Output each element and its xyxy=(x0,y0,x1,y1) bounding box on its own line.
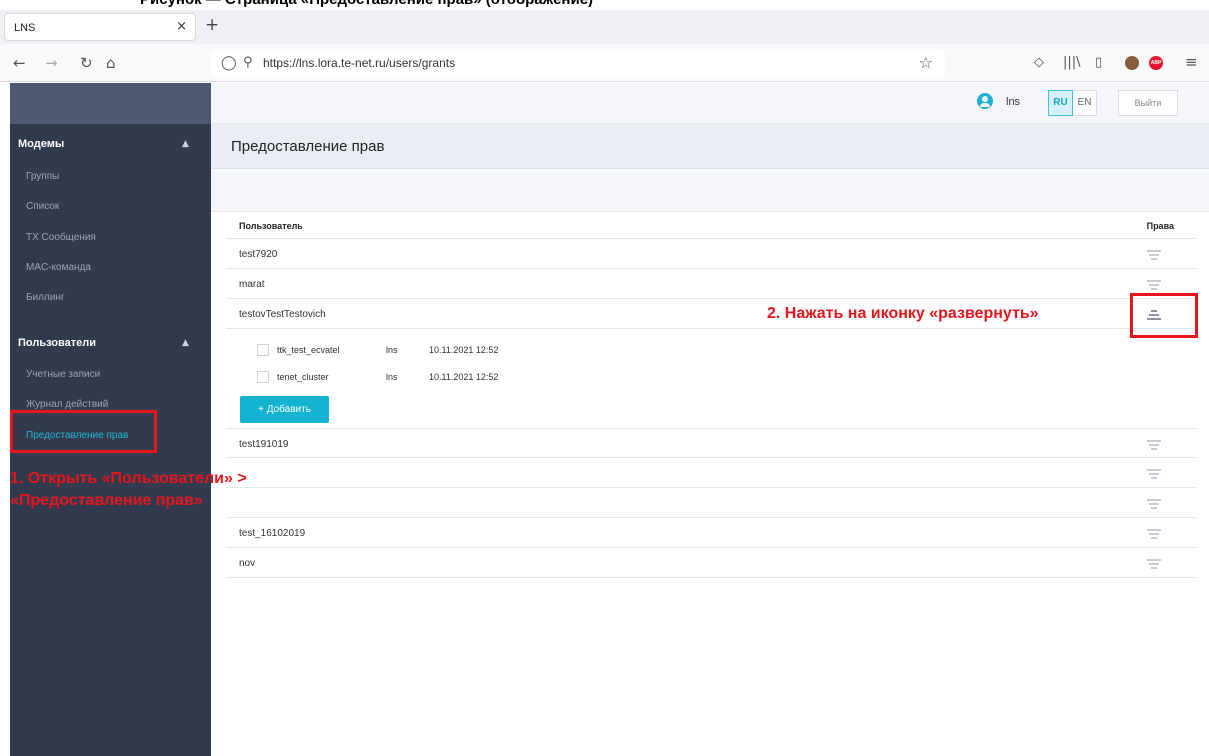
sidebar-item-billing[interactable]: Биллинг xyxy=(26,292,65,303)
sidebar-logo-area xyxy=(10,83,211,124)
filter-bar xyxy=(211,169,1209,212)
screenshot: Рисунок — Страница «Предоставление прав»… xyxy=(0,0,1209,756)
new-tab-icon[interactable]: + xyxy=(205,15,219,35)
url-text[interactable]: https://lns.lora.te-net.ru/users/grants xyxy=(263,56,455,70)
annotation-step-1-line-2: «Предоставление прав» xyxy=(10,492,203,509)
sidebar-section-users[interactable]: Пользователи xyxy=(18,337,96,349)
table-header: Пользователь Права xyxy=(226,212,1196,239)
user-icon xyxy=(977,93,993,109)
column-header-rights: Права xyxy=(1146,221,1174,231)
grant-modem-group: ttk_test_ecvatel xyxy=(277,345,340,355)
sidebar-item-mac-command[interactable]: MAC-команда xyxy=(26,262,91,273)
sidebar-item-accounts[interactable]: Учетные записи xyxy=(26,369,100,380)
sidebar-toggle-icon[interactable]: ▯ xyxy=(1095,55,1102,70)
page-title-bar: Предоставление прав xyxy=(211,124,1209,169)
menu-icon[interactable]: ≡ xyxy=(1185,53,1198,71)
home-icon[interactable]: ⌂ xyxy=(106,54,116,72)
annotation-box-grants-menu xyxy=(10,410,157,453)
row-username: nov xyxy=(239,558,256,569)
current-user-name: lns xyxy=(1006,96,1021,108)
row-username: test191019 xyxy=(239,439,289,450)
sidebar-item-groups[interactable]: Группы xyxy=(26,171,59,182)
grant-date: 10.11.2021 12:52 xyxy=(429,372,499,382)
expand-icon[interactable] xyxy=(1147,248,1161,260)
expand-icon[interactable] xyxy=(1147,497,1161,509)
expand-icon[interactable] xyxy=(1147,557,1161,569)
adblock-icon[interactable]: ABP xyxy=(1149,56,1163,70)
sidebar-item-list[interactable]: Список xyxy=(26,201,59,212)
reload-icon[interactable]: ↻ xyxy=(80,54,93,72)
lang-en-button[interactable]: EN xyxy=(1073,90,1097,116)
account-avatar-icon[interactable] xyxy=(1125,56,1139,70)
annotation-step-1-line-1: 1. Открыть «Пользователи» > xyxy=(10,470,247,487)
lock-icon[interactable]: ⚲ xyxy=(243,55,253,70)
browser-tab-title: LNS xyxy=(14,22,36,34)
collapse-caret-icon[interactable]: ▲ xyxy=(182,338,189,348)
expand-icon[interactable] xyxy=(1147,467,1161,479)
browser-toolbar: ← → ↻ ⌂ ◯ ⚲ https://lns.lora.te-net.ru/u… xyxy=(0,44,1209,82)
browser-tab-strip: LNS × + xyxy=(0,10,1209,44)
lang-ru-button[interactable]: RU xyxy=(1048,90,1073,116)
sidebar-item-activity-log[interactable]: Журнал действий xyxy=(26,399,108,410)
back-icon[interactable]: ← xyxy=(13,54,26,72)
table-row: test7920 xyxy=(226,239,1196,269)
row-username: marat xyxy=(239,279,265,290)
document-caption-text: Рисунок — Страница «Предоставление прав»… xyxy=(140,0,593,8)
add-grant-button[interactable]: + Добавить xyxy=(240,396,329,423)
document-caption: Рисунок — Страница «Предоставление прав»… xyxy=(0,0,1209,10)
expand-icon[interactable] xyxy=(1147,527,1161,539)
annotation-step-2: 2. Нажать на иконку «развернуть» xyxy=(767,305,1039,322)
table-row xyxy=(226,488,1196,518)
table-row: test_16102019 xyxy=(226,518,1196,548)
library-icon[interactable]: |||\ xyxy=(1063,55,1081,70)
grant-modem-group: tenet_cluster xyxy=(277,372,329,382)
close-icon[interactable]: × xyxy=(176,19,187,34)
row-username: test_16102019 xyxy=(239,528,306,539)
logout-button[interactable]: Выйти xyxy=(1118,90,1178,116)
table-row xyxy=(226,458,1196,488)
expand-icon[interactable] xyxy=(1147,278,1161,290)
address-bar[interactable]: ◯ ⚲ https://lns.lora.te-net.ru/users/gra… xyxy=(211,49,945,77)
table-row-expanded: testovTestTestovich xyxy=(226,299,1196,329)
sidebar-item-tx-messages[interactable]: TX Сообщения xyxy=(26,232,96,243)
bookmark-star-icon[interactable]: ☆ xyxy=(919,53,933,72)
grant-checkbox[interactable] xyxy=(257,344,269,356)
grant-date: 10.11.2021 12:52 xyxy=(429,345,499,355)
table-row: test191019 xyxy=(226,428,1196,458)
sidebar-section-modems[interactable]: Модемы xyxy=(18,138,64,150)
tracking-shield-icon[interactable]: ◯ xyxy=(221,55,237,71)
app-header: lns RU EN Выйти xyxy=(211,83,1209,124)
column-header-user: Пользователь xyxy=(239,221,303,231)
collapse-caret-icon[interactable]: ▲ xyxy=(182,139,189,149)
grant-user: lns xyxy=(386,372,398,382)
grant-item: tenet_cluster lns 10.11.2021 12:52 xyxy=(226,366,1196,391)
grant-item: ttk_test_ecvatel lns 10.11.2021 12:52 xyxy=(226,339,1196,364)
annotation-box-expand-icon xyxy=(1130,293,1198,338)
expand-icon[interactable] xyxy=(1147,438,1161,450)
pocket-icon[interactable]: ◇ xyxy=(1034,55,1044,70)
row-username: test7920 xyxy=(239,249,278,260)
forward-icon[interactable]: → xyxy=(45,54,58,72)
table-row: marat xyxy=(226,269,1196,299)
row-username: testovTestTestovich xyxy=(239,309,326,320)
table-row: nov xyxy=(226,548,1196,578)
page-title: Предоставление прав xyxy=(231,138,385,155)
grant-checkbox[interactable] xyxy=(257,371,269,383)
grant-user: lns xyxy=(386,345,398,355)
browser-tab[interactable]: LNS × xyxy=(4,13,196,41)
